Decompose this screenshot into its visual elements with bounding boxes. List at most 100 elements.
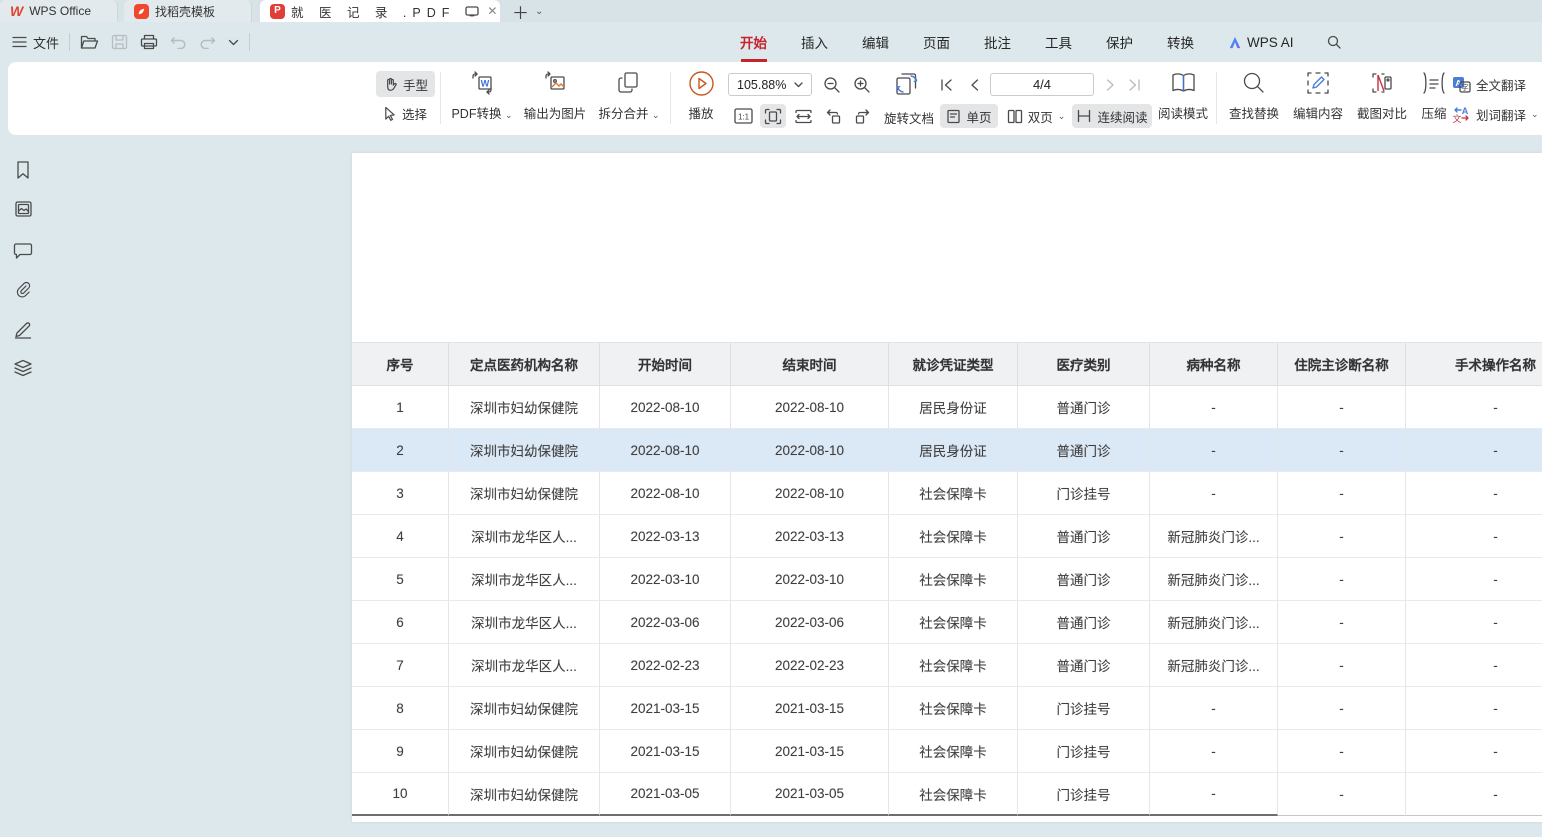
print-icon[interactable] <box>140 34 158 50</box>
table-cell: 1 <box>352 386 449 429</box>
new-tab-button[interactable]: ＋ <box>512 0 529 24</box>
table-cell: 6 <box>352 601 449 644</box>
table-cell: - <box>1150 773 1278 816</box>
zoom-level-select[interactable]: 105.88% <box>728 73 812 96</box>
menu-item-wps-ai[interactable]: WPS AI <box>1226 31 1296 54</box>
pdf-convert-button[interactable]: W PDF转换 ⌄ <box>448 68 516 130</box>
table-row: 7深圳市龙华区人...2022-02-232022-02-23社会保障卡普通门诊… <box>352 644 1542 687</box>
split-merge-button[interactable]: 拆分合并 ⌄ <box>594 68 664 130</box>
menu-item-page[interactable]: 页面 <box>921 28 952 56</box>
undo-icon[interactable] <box>170 35 187 49</box>
last-page-button[interactable] <box>1124 73 1144 96</box>
file-menu-button[interactable]: 文件 <box>12 33 59 52</box>
table-cell: 2021-03-15 <box>731 687 889 730</box>
sidebar-signature-icon[interactable] <box>12 318 34 340</box>
table-cell: 2022-02-23 <box>731 644 889 687</box>
word-translate-button[interactable]: A文 划词翻译 ⌄ <box>1452 102 1539 126</box>
table-cell: 新冠肺炎门诊... <box>1150 644 1278 687</box>
close-tab-icon[interactable]: ✕ <box>487 4 497 18</box>
menu-item-home[interactable]: 开始 <box>738 28 769 56</box>
full-translate-button[interactable]: A字 全文翻译 <box>1452 72 1526 96</box>
fit-page-button[interactable] <box>760 104 786 128</box>
actual-size-button[interactable]: 1:1 <box>730 104 756 128</box>
rotate-document-icon-button[interactable] <box>890 69 924 99</box>
menu-item-convert[interactable]: 转换 <box>1165 28 1196 56</box>
sidebar-bookmark-icon[interactable] <box>12 159 34 181</box>
rotate-document-icon <box>893 70 921 98</box>
edit-content-button[interactable]: 编辑内容 <box>1288 68 1348 130</box>
chevron-down-icon: ⌄ <box>1058 111 1066 122</box>
tab-document-pdf[interactable]: P 就 医 记 录 .PDF ✕ <box>260 0 500 22</box>
fit-width-button[interactable] <box>790 104 816 128</box>
select-tool-button[interactable]: 选择 <box>376 100 434 126</box>
next-page-icon <box>1106 79 1115 91</box>
table-cell: - <box>1278 644 1406 687</box>
tab-list-chevron-icon[interactable]: ⌄ <box>535 6 543 17</box>
sidebar-thumbnail-icon[interactable] <box>12 198 34 220</box>
tab-docer-template[interactable]: 找稻壳模板 <box>124 0 252 22</box>
table-header-cell: 定点医药机构名称 <box>449 342 600 386</box>
one-to-one-icon: 1:1 <box>734 108 753 124</box>
save-icon[interactable] <box>111 34 128 50</box>
table-cell: 普通门诊 <box>1018 644 1150 687</box>
table-cell: 深圳市龙华区人... <box>449 644 600 687</box>
prev-page-button[interactable] <box>964 73 984 96</box>
cast-screen-icon[interactable] <box>465 6 479 17</box>
play-button[interactable]: 播放 <box>678 68 724 130</box>
rotate-document-label[interactable]: 旋转文档 <box>884 108 934 127</box>
menu-item-annotate[interactable]: 批注 <box>982 28 1013 56</box>
rotate-left-button[interactable] <box>820 104 846 128</box>
table-cell: 深圳市妇幼保健院 <box>449 773 600 816</box>
chevron-down-icon: ⌄ <box>652 110 660 120</box>
compress-button[interactable]: 压缩 <box>1414 68 1454 130</box>
hamburger-icon <box>12 36 27 48</box>
open-file-icon[interactable] <box>80 34 99 50</box>
menu-item-insert[interactable]: 插入 <box>799 28 830 56</box>
full-translate-icon: A字 <box>1452 76 1471 93</box>
read-mode-button[interactable]: 阅读模式 <box>1154 68 1212 130</box>
tab-wps-office[interactable]: W WPS Office <box>0 0 118 22</box>
menu-search-icon[interactable] <box>1326 34 1342 50</box>
sidebar-comment-icon[interactable] <box>12 239 34 261</box>
double-page-button[interactable]: 双页 ⌄ <box>1004 104 1068 128</box>
next-page-button[interactable] <box>1100 73 1120 96</box>
menu-item-edit[interactable]: 编辑 <box>860 28 891 56</box>
table-cell: 深圳市龙华区人... <box>449 601 600 644</box>
screenshot-compare-button[interactable]: 截图对比 <box>1352 68 1412 130</box>
table-cell: 2022-08-10 <box>600 429 731 472</box>
edit-content-label: 编辑内容 <box>1293 103 1343 122</box>
menu-item-tools[interactable]: 工具 <box>1043 28 1074 56</box>
compress-icon <box>1421 68 1447 98</box>
single-page-button[interactable]: 单页 <box>940 104 998 128</box>
redo-icon[interactable] <box>199 35 216 49</box>
split-merge-icon <box>617 68 641 98</box>
sidebar-layers-icon[interactable] <box>12 357 34 379</box>
continuous-read-button[interactable]: 连续阅读 <box>1072 104 1152 128</box>
zoom-in-button[interactable] <box>850 73 874 96</box>
table-cell: - <box>1278 386 1406 429</box>
first-page-icon <box>940 79 953 91</box>
rotate-right-button[interactable] <box>850 104 876 128</box>
zoom-level-value: 105.88% <box>737 78 786 92</box>
table-cell: 2021-03-05 <box>600 773 731 816</box>
export-image-button[interactable]: 输出为图片 <box>520 68 590 130</box>
first-page-button[interactable] <box>936 73 956 96</box>
menu-item-protect[interactable]: 保护 <box>1104 28 1135 56</box>
quickbar-chevron-icon[interactable] <box>228 39 239 46</box>
divider <box>69 33 70 51</box>
table-cell: 深圳市妇幼保健院 <box>449 429 600 472</box>
chevron-down-icon: ⌄ <box>505 110 513 120</box>
tab-label: 就 医 记 录 .PDF <box>291 2 455 21</box>
find-replace-button[interactable]: 查找替换 <box>1224 68 1284 130</box>
page-number-input[interactable] <box>990 73 1094 96</box>
divider <box>670 72 671 124</box>
continuous-read-icon <box>1076 109 1092 123</box>
window-tab-bar: W WPS Office 找稻壳模板 P 就 医 记 录 .PDF ✕ ＋ ⌄ <box>0 0 1542 22</box>
table-cell: 深圳市妇幼保健院 <box>449 730 600 773</box>
sidebar-attachment-icon[interactable] <box>12 279 34 301</box>
zoom-out-button[interactable] <box>820 73 844 96</box>
table-row: 9深圳市妇幼保健院2021-03-152021-03-15社会保障卡门诊挂号--… <box>352 730 1542 773</box>
pdf-page: 序号定点医药机构名称开始时间结束时间就诊凭证类型医疗类别病种名称住院主诊断名称手… <box>352 153 1542 822</box>
chevron-down-icon: ⌄ <box>1531 109 1539 120</box>
hand-tool-button[interactable]: 手型 <box>376 71 435 97</box>
